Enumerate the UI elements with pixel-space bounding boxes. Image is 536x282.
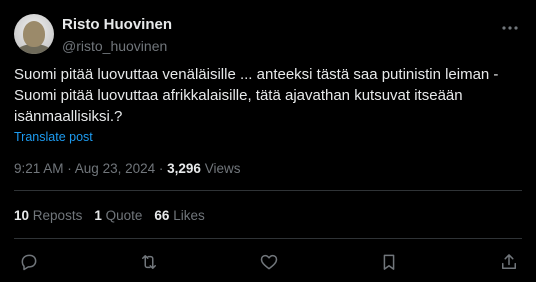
views-label: Views [204,161,241,176]
more-icon[interactable] [502,20,518,36]
tweet-header: Risto Huovinen @risto_huovinen [14,14,522,56]
bookmark-icon[interactable] [378,251,400,273]
meta-separator: · [63,161,75,176]
quotes-count: 1 [94,208,102,223]
repost-icon[interactable] [138,251,160,273]
heart-icon[interactable] [258,251,280,273]
tweet-text: Suomi pitää luovuttaa venäläisille ... a… [14,66,499,125]
likes-label: Likes [173,208,205,223]
tweet-time[interactable]: 9:21 AM [14,161,64,176]
reposts-label: Reposts [32,208,83,223]
likes-stat[interactable]: 66 Likes [154,208,204,223]
share-icon[interactable] [498,251,520,273]
translate-post-link[interactable]: Translate post [14,130,93,144]
avatar-face [23,21,45,47]
engagement-stats: 10 Reposts 1 Quote 66 Likes [14,208,217,223]
quotes-label: Quote [105,208,143,223]
quotes-stat[interactable]: 1 Quote [94,208,142,223]
reply-icon[interactable] [18,251,40,273]
likes-count: 66 [154,208,170,223]
reposts-count: 10 [14,208,30,223]
reposts-stat[interactable]: 10 Reposts [14,208,82,223]
author-display-name[interactable]: Risto Huovinen [62,16,172,34]
author-names: Risto Huovinen @risto_huovinen [62,16,172,55]
divider-bottom [14,238,522,239]
views-count[interactable]: 3,296 [167,161,201,176]
action-bar [14,251,522,273]
tweet-meta: 9:21 AM · Aug 23, 2024 · 3,296 Views [14,161,240,176]
tweet-date[interactable]: Aug 23, 2024 [75,161,155,176]
author-handle[interactable]: @risto_huovinen [62,37,172,55]
divider-top [14,190,522,191]
meta-separator-2: · [155,161,168,176]
avatar[interactable] [14,14,54,54]
